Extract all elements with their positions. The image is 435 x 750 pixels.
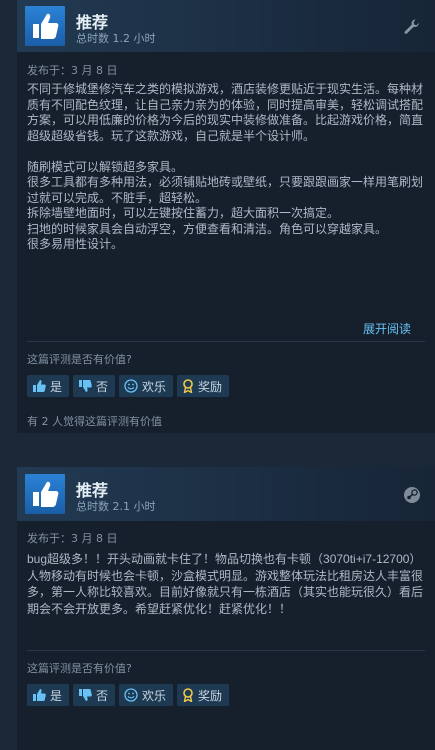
hours-played: 总时数 1.2 小时 [76,32,156,45]
vote-yes-label: 是 [50,688,63,703]
vote-funny-label: 欢乐 [142,379,167,394]
thumbs-up-recommended-icon [25,474,65,514]
text-fade-overlay [17,272,435,302]
vote-buttons: 是 否 欢乐 奖励 [27,684,230,706]
helpful-question: 这篇评测是否有价值? [27,353,132,366]
award-label: 奖励 [198,379,223,394]
vote-buttons: 是 否 欢乐 奖励 [27,375,230,397]
divider [27,341,425,342]
thumbs-down-icon [78,688,92,702]
review-body: bug超级多！！开头动画就卡住了！物品切换也有卡顿（3070ti+i7-1270… [27,551,423,617]
vote-no-button[interactable]: 否 [73,684,116,706]
thumbs-up-recommended-icon [25,6,65,46]
vote-yes-button[interactable]: 是 [27,684,70,706]
thumbs-down-icon [78,379,92,393]
award-ribbon-icon [182,688,194,702]
posted-date: 发布于：3 月 8 日 [27,64,118,77]
steam-icon [403,486,421,504]
smiley-icon [124,379,138,393]
vote-no-button[interactable]: 否 [73,375,116,397]
award-button[interactable]: 奖励 [177,684,230,706]
review-body: 不同于修城堡修汽车之类的模拟游戏，酒店装修更贴近于现实生活。每种材质有不同配色纹… [27,82,423,253]
smiley-icon [124,688,138,702]
wrench-icon [403,18,421,36]
posted-date: 发布于：3 月 8 日 [27,532,118,545]
review-header: 推荐 总时数 1.2 小时 [17,0,435,52]
award-label: 奖励 [198,688,223,703]
hours-played: 总时数 2.1 小时 [76,500,156,513]
review-paragraph: bug超级多！！开头动画就卡住了！物品切换也有卡顿（3070ti+i7-1270… [27,552,424,616]
vote-no-label: 否 [96,688,109,703]
award-button[interactable]: 奖励 [177,375,230,397]
helpful-question: 这篇评测是否有价值? [27,662,132,675]
vote-yes-label: 是 [50,379,63,394]
review-header: 推荐 总时数 2.1 小时 [17,467,435,521]
review-paragraph: 不同于修城堡修汽车之类的模拟游戏，酒店装修更贴近于现实生活。每种材质有不同配色纹… [27,82,424,143]
vote-funny-label: 欢乐 [142,688,167,703]
vote-no-label: 否 [96,379,109,394]
review-card: 推荐 总时数 1.2 小时 发布于：3 月 8 日 不同于修城堡修汽车之类的模拟… [17,0,435,433]
vote-yes-button[interactable]: 是 [27,375,70,397]
award-ribbon-icon [182,379,194,393]
divider [27,650,425,651]
thumbs-up-icon [32,688,46,702]
vote-funny-button[interactable]: 欢乐 [119,375,174,397]
found-helpful-count: 有 2 人觉得这篇评测有价值 [27,415,162,428]
review-paragraph: 随刷模式可以解锁超多家具。 很多工具都有多种用法，必须铺贴地砖或壁纸，只要跟跟画… [27,159,424,252]
thumbs-up-icon [32,379,46,393]
vote-funny-button[interactable]: 欢乐 [119,684,174,706]
review-card: 推荐 总时数 2.1 小时 发布于：3 月 8 日 bug超级多！！开头动画就卡… [17,467,435,750]
expand-review-link[interactable]: 展开阅读 [363,320,411,337]
